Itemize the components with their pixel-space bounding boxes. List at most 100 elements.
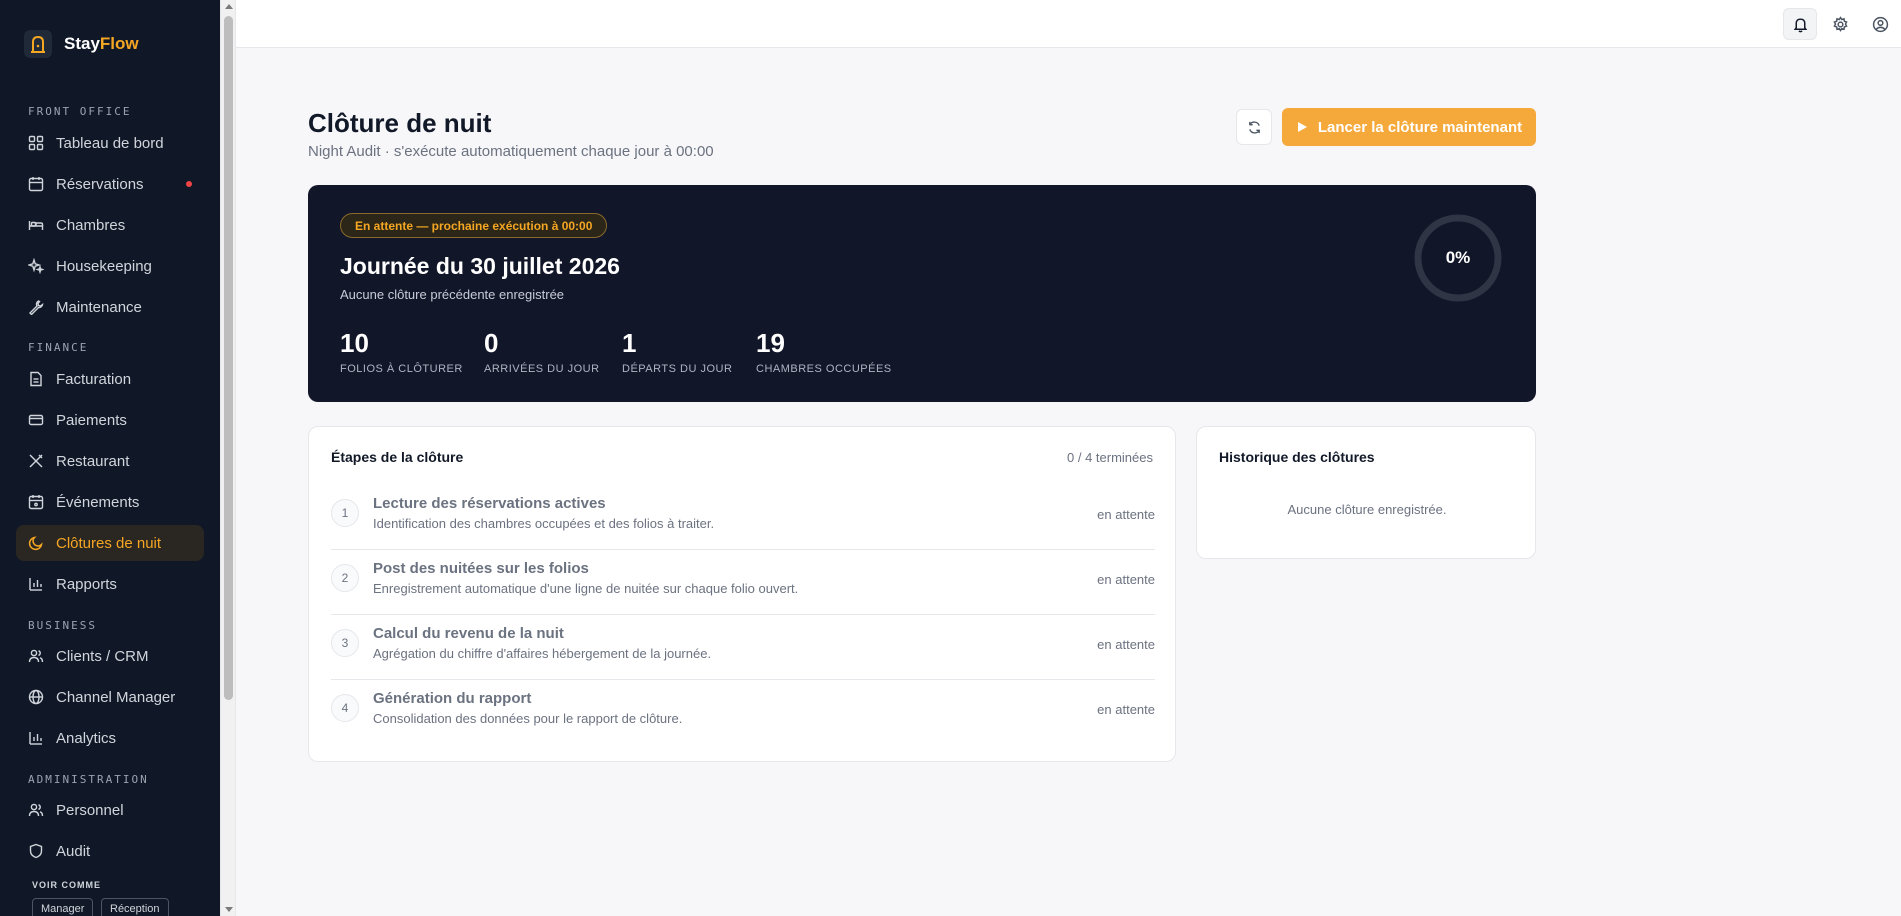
step-number: 2 (331, 564, 359, 592)
sidebar-item-housekeeping[interactable]: Housekeeping (16, 248, 204, 284)
audit-day-subtitle: Aucune clôture précédente enregistrée (340, 287, 565, 302)
wrench-icon (29, 300, 44, 315)
sidebar-item-maintenance[interactable]: Maintenance (16, 289, 204, 325)
status-badge: En attente — prochaine exécution à 00:00 (340, 213, 608, 238)
steps-count: 0 / 4 terminées (1067, 450, 1153, 465)
step-description: Agrégation du chiffre d'affaires héberge… (373, 646, 712, 661)
step-status: en attente (1097, 702, 1155, 717)
user-circle-icon (1872, 16, 1888, 32)
grid-icon (28, 135, 44, 151)
history-title: Historique des clôtures (1219, 449, 1375, 465)
bed-icon (28, 221, 44, 230)
calendar-event-icon (28, 495, 44, 510)
scroll-down-icon[interactable] (225, 907, 233, 912)
scroll-up-icon[interactable] (225, 4, 233, 9)
sidebar-item-billing[interactable]: Facturation (16, 361, 204, 397)
refresh-button[interactable] (1236, 109, 1272, 145)
sidebar-item-payments[interactable]: Paiements (16, 402, 204, 438)
sidebar-item-label: Analytics (56, 729, 117, 747)
role-button-manager[interactable]: Manager (32, 898, 94, 916)
sidebar-item-label: Paiements (56, 411, 127, 429)
brand[interactable]: StayFlow (24, 30, 139, 58)
stat-label: DÉPARTS DU JOUR (622, 363, 733, 375)
sparkles-icon (28, 258, 44, 274)
stat-occupied-rooms: 19 CHAMBRES OCCUPÉES (756, 328, 892, 375)
users-icon (28, 649, 44, 663)
list-item: 2 Post des nuitées sur les folios Enregi… (331, 550, 1155, 615)
brand-name-part1: Stay (64, 34, 100, 53)
sidebar-item-channel-manager[interactable]: Channel Manager (16, 679, 204, 715)
globe-icon (28, 689, 44, 705)
page-title: Clôture de nuit (308, 108, 492, 138)
sidebar-item-reports[interactable]: Rapports (16, 566, 204, 602)
view-as-label: VOIR COMME (32, 880, 102, 890)
stat-label: CHAMBRES OCCUPÉES (756, 363, 892, 375)
section-front-office: FRONT OFFICE (28, 105, 132, 118)
audit-history-card: Historique des clôtures Aucune clôture e… (1196, 426, 1536, 559)
moon-icon (28, 536, 43, 551)
sidebar-item-analytics[interactable]: Analytics (16, 720, 204, 756)
gear-icon (1832, 15, 1848, 32)
sidebar-item-crm[interactable]: Clients / CRM (16, 638, 204, 674)
role-button-reception[interactable]: Réception (101, 898, 169, 916)
stat-arrivals: 0 ARRIVÉES DU JOUR (484, 328, 600, 375)
scroll-thumb[interactable] (224, 16, 233, 700)
stat-label: ARRIVÉES DU JOUR (484, 363, 600, 375)
sidebar-item-label: Maintenance (56, 298, 142, 316)
bar-chart-icon (29, 578, 42, 591)
sidebar-item-rooms[interactable]: Chambres (16, 207, 204, 243)
progress-percent: 0% (1445, 248, 1471, 267)
stat-value: 0 (484, 328, 499, 358)
sidebar-item-staff[interactable]: Personnel (16, 792, 204, 828)
section-business: BUSINESS (28, 619, 97, 632)
sidebar-item-label: Rapports (56, 575, 117, 593)
step-status: en attente (1097, 507, 1155, 522)
sidebar-item-dashboard[interactable]: Tableau de bord (16, 125, 204, 161)
stat-folios: 10 FOLIOS À CLÔTURER (340, 328, 463, 375)
audit-status-card: En attente — prochaine exécution à 00:00… (308, 185, 1536, 402)
list-item: 1 Lecture des réservations actives Ident… (331, 485, 1155, 550)
sidebar-item-events[interactable]: Événements (16, 484, 204, 520)
utensils-icon (29, 454, 43, 468)
step-title: Post des nuitées sur les folios (373, 560, 589, 577)
sidebar-item-night-audit[interactable]: Clôtures de nuit (16, 525, 204, 561)
sidebar-item-audit[interactable]: Audit (16, 833, 204, 869)
step-title: Calcul du revenu de la nuit (373, 625, 564, 642)
sidebar-item-label: Chambres (56, 216, 126, 234)
bar-chart-icon (29, 732, 42, 745)
section-finance: FINANCE (28, 341, 89, 354)
step-description: Identification des chambres occupées et … (373, 516, 715, 531)
sidebar-item-label: Tableau de bord (56, 134, 164, 152)
sidebar-item-reservations[interactable]: Réservations (16, 166, 204, 202)
steps-title: Étapes de la clôture (331, 449, 464, 465)
brand-name: StayFlow (64, 34, 139, 54)
notification-dot (186, 181, 192, 187)
audit-day-title: Journée du 30 juillet 2026 (340, 253, 620, 279)
settings-button[interactable] (1823, 8, 1857, 40)
run-button-label: Lancer la clôture maintenant (1317, 118, 1523, 136)
sidebar-item-label: Housekeeping (56, 257, 152, 275)
list-item: 3 Calcul du revenu de la nuit Agrégation… (331, 615, 1155, 680)
section-administration: ADMINISTRATION (28, 773, 149, 786)
sidebar-item-label: Événements (56, 493, 140, 511)
bell-icon (1793, 17, 1807, 32)
run-night-audit-button[interactable]: Lancer la clôture maintenant (1282, 108, 1536, 146)
stat-departures: 1 DÉPARTS DU JOUR (622, 328, 732, 375)
sidebar-item-label: Facturation (56, 370, 132, 388)
users-icon (28, 803, 44, 817)
sidebar-item-restaurant[interactable]: Restaurant (16, 443, 204, 479)
profile-button[interactable] (1863, 8, 1897, 40)
sidebar-item-label: Personnel (56, 801, 124, 819)
stat-value: 10 (340, 328, 369, 358)
document-icon (30, 371, 42, 387)
step-number: 1 (331, 499, 359, 527)
stat-value: 19 (756, 328, 785, 358)
audit-steps-card: Étapes de la clôture 0 / 4 terminées 1 L… (308, 426, 1176, 762)
step-title: Lecture des réservations actives (373, 495, 606, 512)
notifications-button[interactable] (1783, 8, 1817, 40)
step-status: en attente (1097, 572, 1155, 587)
step-status: en attente (1097, 637, 1155, 652)
sidebar-item-label: Channel Manager (56, 688, 176, 706)
sidebar-scrollbar[interactable] (220, 0, 236, 916)
brand-logo-icon (24, 30, 52, 58)
